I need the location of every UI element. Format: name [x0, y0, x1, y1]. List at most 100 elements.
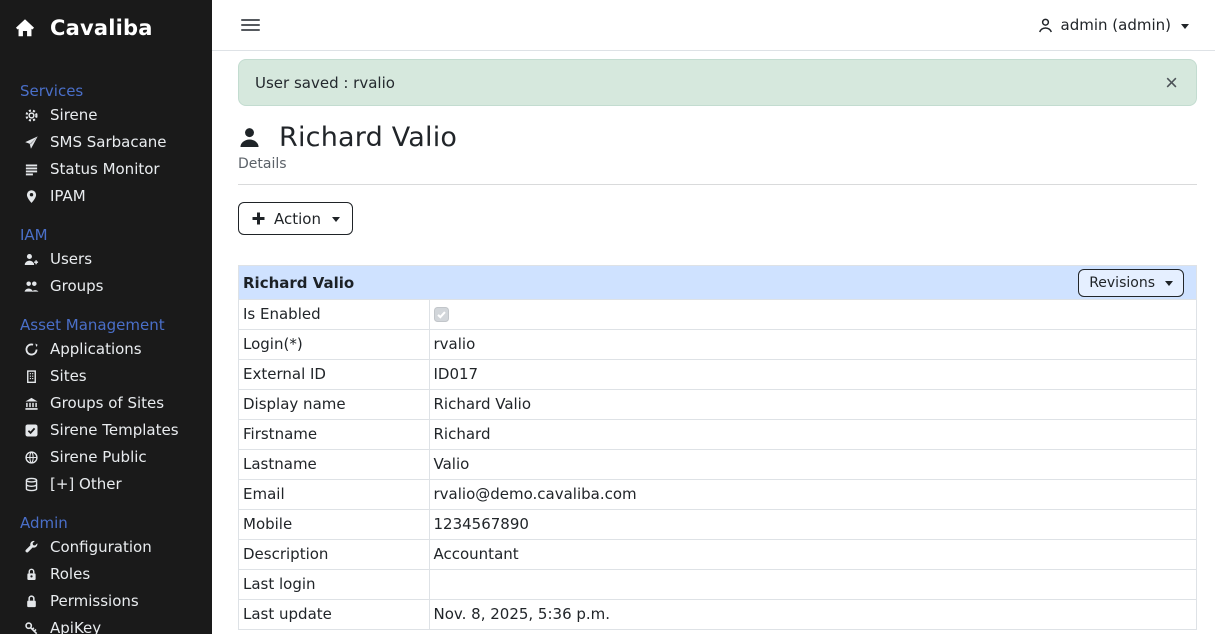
sidebar-item-label: [+] Other	[50, 476, 122, 493]
sidebar-item-users[interactable]: Users	[0, 246, 212, 273]
home-icon	[14, 17, 36, 39]
paper-plane-icon	[24, 135, 39, 150]
sidebar-item-label: Applications	[50, 341, 142, 358]
sidebar-item-label: Sirene Public	[50, 449, 147, 466]
field-value: Valio	[429, 450, 1196, 480]
circle-rotate-icon	[24, 342, 39, 357]
table-row: Login(*) rvalio	[239, 330, 1196, 360]
sidebar-item-label: Roles	[50, 566, 90, 583]
close-icon[interactable]: ×	[1163, 75, 1180, 91]
table-row: External ID ID017	[239, 360, 1196, 390]
sidebar-section-services: Services	[0, 82, 212, 100]
top-navbar: admin (admin)	[212, 0, 1215, 51]
field-label: Lastname	[239, 450, 429, 480]
person-icon	[238, 126, 261, 149]
field-value: rvalio	[429, 330, 1196, 360]
field-label: Display name	[239, 390, 429, 420]
user-menu[interactable]: admin (admin)	[1037, 16, 1189, 34]
sidebar-item-label: SMS Sarbacane	[50, 134, 167, 151]
sidebar-item-label: ApiKey	[50, 620, 101, 634]
table-row: Firstname Richard	[239, 420, 1196, 450]
sidebar-item-permissions[interactable]: Permissions	[0, 588, 212, 615]
lock-icon	[24, 594, 39, 609]
sidebar-item-sites[interactable]: Sites	[0, 363, 212, 390]
brand[interactable]: Cavaliba	[0, 0, 212, 52]
plus-icon	[251, 211, 266, 226]
field-label: Last login	[239, 570, 429, 600]
users-icon	[24, 279, 39, 294]
table-row: Display name Richard Valio	[239, 390, 1196, 420]
bank-icon	[24, 396, 39, 411]
sidebar-item-configuration[interactable]: Configuration	[0, 534, 212, 561]
field-value	[429, 570, 1196, 600]
sidebar-item-sms-sarbacane[interactable]: SMS Sarbacane	[0, 129, 212, 156]
list-bars-icon	[24, 162, 39, 177]
sidebar-item-label: Groups	[50, 278, 103, 295]
sidebar-item-label: Sirene	[50, 107, 98, 124]
field-value: 1234567890	[429, 510, 1196, 540]
sidebar-item-label: Groups of Sites	[50, 395, 164, 412]
table-row: Last update Nov. 8, 2025, 5:36 p.m.	[239, 600, 1196, 630]
sidebar-item-ipam[interactable]: IPAM	[0, 183, 212, 210]
sidebar-item-label: Permissions	[50, 593, 139, 610]
user-detail-table: Is Enabled Login(*) rvalio External ID	[239, 299, 1196, 630]
user-menu-label: admin (admin)	[1061, 16, 1171, 34]
chevron-down-icon	[332, 217, 340, 222]
field-label: External ID	[239, 360, 429, 390]
field-value	[429, 300, 1196, 330]
sidebar-item-sirene-templates[interactable]: Sirene Templates	[0, 417, 212, 444]
action-button-label: Action	[274, 210, 321, 228]
divider	[238, 184, 1197, 185]
sidebar-section-asset-management: Asset Management	[0, 316, 212, 334]
table-row: Is Enabled	[239, 300, 1196, 330]
sidebar-item-roles[interactable]: Roles	[0, 561, 212, 588]
sidebar-item-sirene-public[interactable]: Sirene Public	[0, 444, 212, 471]
gear-icon	[24, 108, 39, 123]
sidebar: Cavaliba Services Sirene SMS Sarbacane S…	[0, 0, 212, 634]
table-row: Description Accountant	[239, 540, 1196, 570]
sidebar-item-status-monitor[interactable]: Status Monitor	[0, 156, 212, 183]
action-button[interactable]: Action	[238, 202, 353, 235]
card-header: Richard Valio Revisions	[239, 266, 1196, 299]
sidebar-item-label: Sites	[50, 368, 87, 385]
sidebar-item-label: Configuration	[50, 539, 152, 556]
sidebar-item-sirene[interactable]: Sirene	[0, 102, 212, 129]
main-column: admin (admin) User saved : rvalio × Rich…	[212, 0, 1215, 634]
revisions-button-label: Revisions	[1089, 275, 1155, 291]
page-subtitle: Details	[238, 156, 1197, 172]
sidebar-item-groups-of-sites[interactable]: Groups of Sites	[0, 390, 212, 417]
key-icon	[24, 621, 39, 634]
field-label: Last update	[239, 600, 429, 630]
field-value: Richard Valio	[429, 390, 1196, 420]
field-label: Is Enabled	[239, 300, 429, 330]
field-value: Accountant	[429, 540, 1196, 570]
building-icon	[24, 369, 39, 384]
content: User saved : rvalio × Richard Valio Deta…	[212, 51, 1215, 634]
field-label: Email	[239, 480, 429, 510]
hamburger-menu-icon[interactable]	[241, 17, 260, 33]
page-title: Richard Valio	[279, 122, 457, 153]
sidebar-item-label: Sirene Templates	[50, 422, 179, 439]
sidebar-item-apikey[interactable]: ApiKey	[0, 615, 212, 634]
card-title: Richard Valio	[243, 274, 354, 292]
revisions-button[interactable]: Revisions	[1078, 269, 1184, 297]
sidebar-section-admin: Admin	[0, 514, 212, 532]
user-icon	[1037, 17, 1054, 34]
table-row: Lastname Valio	[239, 450, 1196, 480]
field-value: Richard	[429, 420, 1196, 450]
field-label: Login(*)	[239, 330, 429, 360]
user-role-icon	[24, 567, 39, 582]
field-value: Nov. 8, 2025, 5:36 p.m.	[429, 600, 1196, 630]
sidebar-item-label: IPAM	[50, 188, 86, 205]
user-detail-card: Richard Valio Revisions Is Enabled	[238, 265, 1197, 630]
map-pin-icon	[24, 189, 39, 204]
table-row: Last login	[239, 570, 1196, 600]
sidebar-item-groups[interactable]: Groups	[0, 273, 212, 300]
page-header: Richard Valio	[238, 122, 1197, 153]
sidebar-section-iam: IAM	[0, 226, 212, 244]
sidebar-item-other[interactable]: [+] Other	[0, 471, 212, 498]
table-row: Mobile 1234567890	[239, 510, 1196, 540]
field-value: rvalio@demo.cavaliba.com	[429, 480, 1196, 510]
wrench-icon	[24, 540, 39, 555]
sidebar-item-applications[interactable]: Applications	[0, 336, 212, 363]
